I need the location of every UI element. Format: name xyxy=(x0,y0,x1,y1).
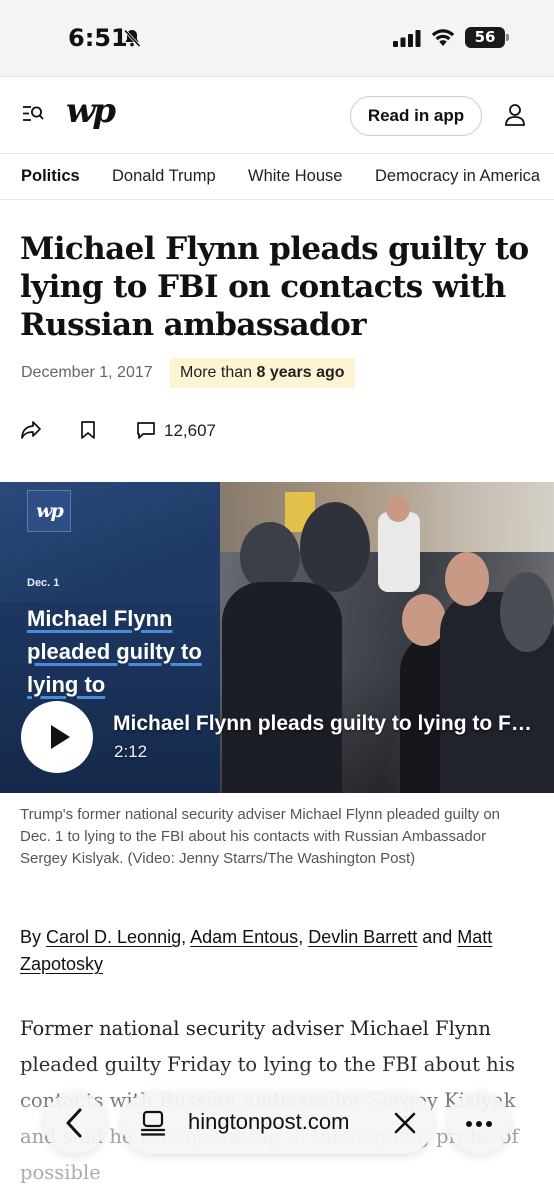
video-caption: Trump's former national security adviser… xyxy=(20,806,501,867)
menu-search-icon[interactable] xyxy=(22,105,44,123)
video-scene-crowd xyxy=(500,572,554,652)
article-age-badge: More than 8 years ago xyxy=(170,358,355,388)
more-icon xyxy=(466,1121,472,1127)
author-link[interactable]: Adam Entous xyxy=(190,927,298,947)
video-overlay-title-text: Michael Flynn pleaded guilty to lying to xyxy=(27,606,202,697)
comment-icon[interactable] xyxy=(136,421,156,440)
video-title[interactable]: Michael Flynn pleads guilty to lying to … xyxy=(113,712,533,736)
byline-prefix: By xyxy=(20,927,47,947)
video-scene-crowd xyxy=(300,502,370,592)
byline-separator: , xyxy=(298,927,309,947)
video-duration: 2:12 xyxy=(114,742,148,761)
more-icon xyxy=(486,1121,492,1127)
more-button[interactable] xyxy=(448,1092,510,1154)
more-icon xyxy=(476,1121,482,1127)
bookmark-icon[interactable] xyxy=(80,420,96,440)
url-text[interactable]: hingtonpost.com xyxy=(188,1109,349,1135)
tabs-icon[interactable] xyxy=(140,1110,166,1136)
author-link[interactable]: Devlin Barrett xyxy=(308,927,417,947)
close-icon[interactable] xyxy=(394,1112,416,1134)
wifi-icon xyxy=(431,29,455,46)
byline-separator: and xyxy=(417,927,458,947)
video-overlay-date: Dec. 1 xyxy=(27,577,60,589)
video-scene-person xyxy=(222,582,342,793)
section-nav: Politics Donald Trump White House Democr… xyxy=(0,154,554,200)
video-wp-logo: wp xyxy=(27,490,71,532)
battery-indicator: 56 xyxy=(465,27,509,48)
address-bar[interactable]: hingtonpost.com xyxy=(122,1092,434,1154)
article-date: December 1, 2017 xyxy=(21,364,153,381)
wp-logo[interactable]: wp xyxy=(66,91,116,131)
app-header: wp Read in app xyxy=(0,76,554,154)
nav-item-politics[interactable]: Politics xyxy=(21,167,80,186)
article-headline: Michael Flynn pleads guilty to lying to … xyxy=(20,231,529,343)
nav-item-donald-trump[interactable]: Donald Trump xyxy=(112,167,216,186)
age-badge-value: 8 years ago xyxy=(256,364,345,381)
byline: By Carol D. Leonnig, Adam Entous, Devlin… xyxy=(20,924,540,978)
nav-item-white-house[interactable]: White House xyxy=(248,167,342,186)
status-bar: 6:51 56 xyxy=(0,0,554,76)
signal-icon xyxy=(393,30,421,47)
age-badge-prefix: More than xyxy=(180,364,257,381)
bell-slash-icon xyxy=(123,29,141,48)
account-icon[interactable] xyxy=(504,103,526,127)
video-scene-person xyxy=(386,496,410,522)
share-icon[interactable] xyxy=(20,420,42,440)
nav-item-democracy-in-america[interactable]: Democracy in America xyxy=(375,167,540,186)
video-overlay-title: Michael Flynn pleaded guilty to lying to xyxy=(27,602,217,701)
author-link[interactable]: Carol D. Leonnig xyxy=(46,927,181,947)
comment-count[interactable]: 12,607 xyxy=(164,421,216,441)
back-button[interactable] xyxy=(44,1092,106,1154)
byline-separator: , xyxy=(181,927,191,947)
video-scene-person xyxy=(445,552,489,606)
play-button[interactable] xyxy=(21,701,93,773)
read-in-app-button[interactable]: Read in app xyxy=(350,96,482,136)
status-time: 6:51 xyxy=(68,24,128,52)
video-scene-person xyxy=(378,512,420,592)
back-icon xyxy=(66,1108,82,1138)
